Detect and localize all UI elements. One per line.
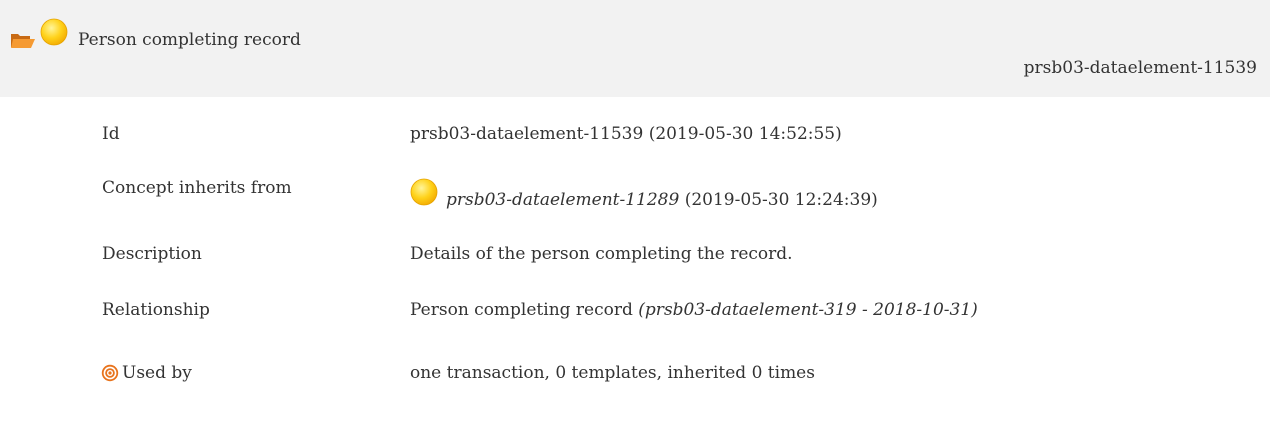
- id-value: prsb03-dataelement-11539 (2019-05-30 14:…: [410, 124, 842, 144]
- relationship-name: Person completing record: [410, 300, 639, 320]
- usedby-label: Used by: [122, 363, 192, 383]
- relationship-value: Person completing record (prsb03-dataele…: [410, 298, 978, 322]
- status-draft-icon: [40, 18, 68, 46]
- inherits-label: Concept inherits from: [102, 178, 292, 198]
- description-value: Details of the person completing the rec…: [410, 244, 793, 264]
- id-label: Id: [102, 124, 120, 144]
- relationship-ref: (prsb03-dataelement-319 - 2018-10-31): [638, 300, 978, 320]
- target-icon: [101, 364, 119, 382]
- concept-header: Person completing record prsb03-dataelem…: [0, 0, 1270, 97]
- relationship-label: Relationship: [102, 300, 210, 320]
- inherits-value: prsb03-dataelement-11289 (2019-05-30 12:…: [446, 188, 878, 212]
- concept-title: Person completing record: [78, 30, 301, 50]
- usedby-value: one transaction, 0 templates, inherited …: [410, 363, 815, 383]
- concept-id: prsb03-dataelement-11539: [1023, 58, 1257, 78]
- folder-open-icon[interactable]: [10, 31, 36, 49]
- inherits-date: (2019-05-30 12:24:39): [679, 190, 878, 210]
- inherits-link[interactable]: prsb03-dataelement-11289: [446, 190, 679, 210]
- status-draft-icon: [410, 178, 438, 206]
- description-label: Description: [102, 244, 202, 264]
